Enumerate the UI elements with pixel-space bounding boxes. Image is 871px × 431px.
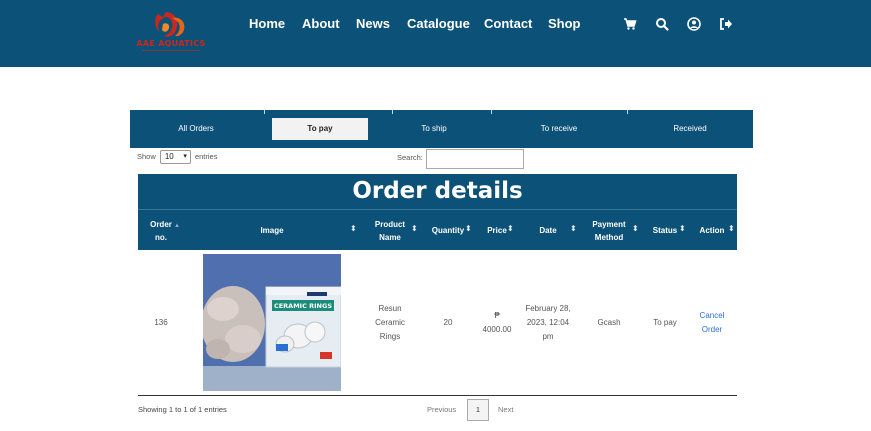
table-row: 136 CERAMIC RINGS Resun Ceramic Rings 20… [138, 250, 737, 396]
col-action[interactable]: Action [694, 210, 730, 251]
table-info: Showing 1 to 1 of 1 entries [138, 405, 227, 414]
tab-to-receive[interactable]: To receive [496, 118, 622, 140]
logo-underline [142, 50, 200, 51]
tab-divider [264, 110, 265, 114]
entries-value: 10 [164, 152, 174, 161]
sort-icon: ⬍ [728, 224, 735, 233]
nav-home[interactable]: Home [249, 16, 285, 31]
cell-order-no: 136 [154, 318, 168, 327]
box-label: CERAMIC RINGS [274, 302, 332, 310]
chevron-down-icon: ▾ [183, 153, 187, 160]
tab-to-ship[interactable]: To ship [378, 118, 490, 140]
cancel-order-link[interactable]: Cancel Order [697, 309, 727, 337]
cell-quantity: 20 [443, 318, 453, 327]
previous-button[interactable]: Previous [427, 405, 456, 414]
top-navbar: AAE AQUATICS Home About News Catalogue C… [0, 0, 871, 67]
nav-shop[interactable]: Shop [548, 16, 581, 31]
nav-news[interactable]: News [356, 16, 390, 31]
tab-divider [392, 110, 393, 114]
nav-about[interactable]: About [302, 16, 340, 31]
user-icon[interactable] [687, 17, 701, 31]
col-order-no[interactable]: Order no. [138, 210, 184, 251]
currency-symbol: ₱ [494, 311, 500, 320]
entries-label: entries [194, 151, 218, 161]
cell-date: February 28, 2023, 12:04 pm [523, 250, 573, 396]
search-icon[interactable] [655, 17, 669, 31]
tab-divider [491, 110, 492, 114]
col-image-label: Image [260, 226, 284, 235]
col-action-label: Action [699, 226, 725, 235]
entries-length-control: Show 10 ▾ entries [137, 150, 217, 164]
col-quantity[interactable]: Quantity [426, 210, 470, 251]
entries-select[interactable]: 10 ▾ [159, 150, 191, 164]
sort-icon: ⬍ [570, 224, 577, 233]
col-payment-method-label: Payment Method [592, 219, 626, 242]
order-status-tabs: All Orders To pay To ship To receive Rec… [130, 110, 753, 148]
table-title: Order details [138, 174, 737, 209]
col-product-name[interactable]: Product Name [364, 210, 416, 251]
brand-logo[interactable]: AAE AQUATICS [128, 8, 214, 58]
cell-payment-method: Gcash [597, 318, 621, 327]
col-product-name-label: Product Name [374, 219, 406, 242]
price-value: 4000.00 [482, 325, 512, 334]
product-name: Resun Ceramic Rings [375, 304, 405, 341]
nav-contact[interactable]: Contact [484, 16, 532, 31]
next-button[interactable]: Next [498, 405, 513, 414]
sort-icon: ⬍ [411, 224, 418, 233]
sort-asc-icon: ▲ [174, 223, 180, 229]
col-payment-method[interactable]: Payment Method [584, 210, 634, 251]
cell-action: Cancel Order [694, 250, 730, 396]
product-photo-icon: CERAMIC RINGS [203, 254, 341, 391]
cell-status: To pay [653, 318, 677, 327]
cell-price: ₱ 4000.00 [479, 250, 515, 396]
nav-catalogue[interactable]: Catalogue [407, 16, 470, 31]
col-image[interactable]: Image [203, 210, 341, 251]
col-date-label: Date [539, 226, 557, 235]
cell-product-name: Resun Ceramic Rings [364, 250, 416, 396]
show-label: Show [137, 151, 156, 161]
tab-received[interactable]: Received [630, 118, 750, 140]
cart-icon[interactable] [623, 17, 637, 31]
sort-icon: ⬍ [507, 224, 514, 233]
search-input[interactable] [426, 149, 524, 169]
page-1-button[interactable]: 1 [467, 399, 489, 421]
logo-text: AAE AQUATICS [136, 39, 206, 48]
tab-all-orders[interactable]: All Orders [138, 118, 254, 140]
tab-to-pay[interactable]: To pay [272, 118, 368, 140]
sort-icon: ⬍ [679, 224, 686, 233]
col-status-label: Status [652, 226, 678, 235]
col-quantity-label: Quantity [431, 226, 465, 235]
tab-divider [627, 110, 628, 114]
product-image: CERAMIC RINGS [203, 254, 341, 391]
logout-icon[interactable] [719, 17, 733, 31]
sort-icon: ⬍ [350, 224, 357, 233]
sort-icon: ⬍ [632, 224, 639, 233]
col-price-label: Price [487, 226, 507, 235]
search-label: Search: [397, 153, 423, 162]
table-header: Order no. ▲ Image ⬍ Product Name ⬍ Quant… [138, 209, 737, 250]
col-date[interactable]: Date [523, 210, 573, 251]
col-order-no-label: Order no. [150, 219, 172, 242]
order-date: February 28, 2023, 12:04 pm [525, 304, 571, 341]
sort-icon: ⬍ [465, 224, 472, 233]
